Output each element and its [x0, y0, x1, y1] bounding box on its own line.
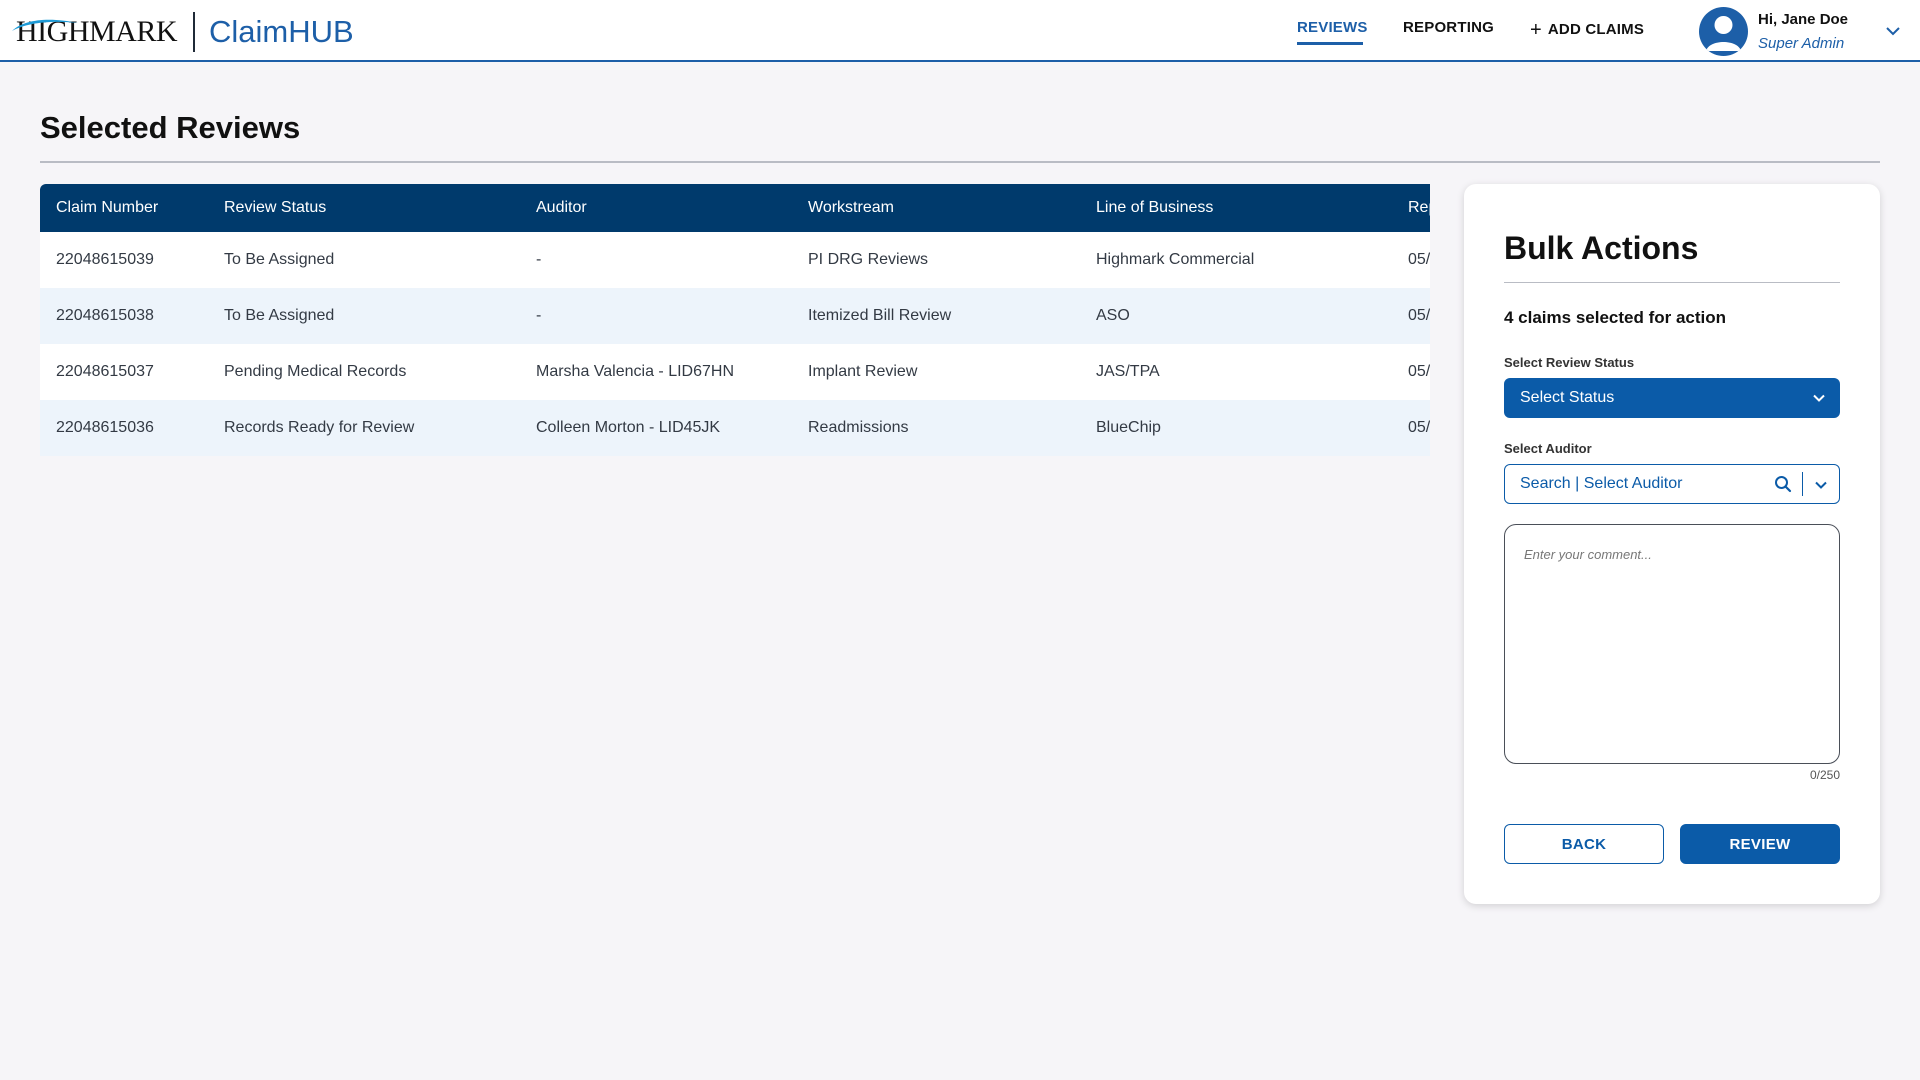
comment-char-count: 0/250	[1809, 768, 1840, 782]
panel-divider	[1504, 282, 1840, 283]
cell-rep: 05/	[1408, 251, 1430, 268]
app-header: HIGHMARK ClaimHUB REVIEWS REPORTING + ADD…	[0, 0, 1920, 62]
cell-auditor: Colleen Morton - LID45JK	[536, 419, 721, 436]
col-line-of-business[interactable]: Line of Business	[1080, 184, 1392, 232]
table-row[interactable]: 22048615036 Records Ready for Review Col…	[40, 400, 1430, 456]
cell-review-status: Pending Medical Records	[224, 363, 407, 380]
bulk-actions-title: Bulk Actions	[1504, 230, 1699, 266]
col-auditor[interactable]: Auditor	[520, 184, 792, 232]
brand-logo[interactable]: HIGHMARK ClaimHUB	[12, 12, 354, 52]
nav-reporting[interactable]: REPORTING	[1403, 19, 1494, 36]
cell-line-of-business: ASO	[1096, 307, 1130, 324]
chevron-down-icon[interactable]	[1814, 478, 1828, 492]
cell-claim-number: 22048615036	[56, 419, 154, 436]
cell-workstream: PI DRG Reviews	[808, 251, 929, 268]
cell-auditor: -	[536, 307, 542, 324]
swoosh-icon	[12, 19, 78, 31]
back-button[interactable]: BACK	[1504, 824, 1664, 864]
chevron-down-icon	[1813, 394, 1825, 402]
table-row[interactable]: 22048615037 Pending Medical Records Mars…	[40, 344, 1430, 400]
reviews-table: Claim Number Review Status Auditor Works…	[40, 184, 1430, 456]
cell-rep: 05/	[1408, 307, 1430, 324]
cell-review-status: To Be Assigned	[224, 251, 335, 268]
cell-review-status: Records Ready for Review	[224, 419, 415, 436]
company-logo: HIGHMARK	[12, 15, 178, 49]
user-avatar-icon[interactable]	[1699, 7, 1748, 56]
review-status-select[interactable]: Select Status	[1504, 378, 1840, 418]
user-role: Super Admin	[1758, 35, 1845, 52]
user-silhouette-icon	[1706, 16, 1741, 51]
cell-claim-number: 22048615038	[56, 307, 154, 324]
cell-workstream: Itemized Bill Review	[808, 307, 952, 324]
bulk-actions-panel: Bulk Actions 4 claims selected for actio…	[1464, 184, 1880, 904]
cell-line-of-business: BlueChip	[1096, 419, 1161, 436]
cell-auditor: Marsha Valencia - LID67HN	[536, 363, 735, 380]
auditor-label: Select Auditor	[1504, 441, 1592, 456]
auditor-search-input[interactable]	[1505, 465, 1765, 503]
nav-add-claims-label: ADD CLAIMS	[1547, 21, 1645, 38]
selected-count: 4 claims selected for action	[1504, 308, 1727, 327]
nav-active-indicator	[1297, 42, 1363, 45]
review-button[interactable]: REVIEW	[1680, 824, 1840, 864]
cell-workstream: Implant Review	[808, 363, 918, 380]
table-header-row: Claim Number Review Status Auditor Works…	[40, 184, 1430, 232]
col-claim-number[interactable]: Claim Number	[40, 184, 208, 232]
cell-rep: 05/	[1408, 363, 1430, 380]
cell-rep: 05/	[1408, 419, 1430, 436]
cell-line-of-business: Highmark Commercial	[1096, 251, 1255, 268]
reviews-table-container[interactable]: Claim Number Review Status Auditor Works…	[40, 184, 1430, 456]
auditor-field-separator	[1802, 472, 1803, 496]
logo-divider	[193, 12, 195, 52]
table-row[interactable]: 22048615038 To Be Assigned - Itemized Bi…	[40, 288, 1430, 344]
cell-workstream: Readmissions	[808, 419, 909, 436]
cell-review-status: To Be Assigned	[224, 307, 335, 324]
col-workstream[interactable]: Workstream	[792, 184, 1080, 232]
page-title: Selected Reviews	[40, 110, 301, 145]
col-rep[interactable]: Rep	[1392, 184, 1430, 232]
user-greeting: Hi, Jane Doe	[1758, 11, 1849, 28]
chevron-down-icon[interactable]	[1884, 22, 1902, 40]
table-row[interactable]: 22048615039 To Be Assigned - PI DRG Revi…	[40, 232, 1430, 288]
cell-auditor: -	[536, 251, 542, 268]
comment-textarea[interactable]	[1504, 524, 1840, 764]
cell-claim-number: 22048615039	[56, 251, 154, 268]
col-review-status[interactable]: Review Status	[208, 184, 520, 232]
title-divider	[40, 161, 1880, 163]
nav-add-claims[interactable]: + ADD CLAIMS	[1530, 19, 1644, 42]
nav-reviews[interactable]: REVIEWS	[1297, 19, 1368, 36]
auditor-combobox	[1504, 464, 1840, 504]
review-status-value: Select Status	[1520, 389, 1615, 406]
plus-icon: +	[1530, 19, 1542, 41]
cell-claim-number: 22048615037	[56, 363, 154, 380]
product-name: ClaimHUB	[209, 14, 354, 49]
review-status-label: Select Review Status	[1504, 355, 1635, 370]
search-icon[interactable]	[1774, 475, 1792, 493]
cell-line-of-business: JAS/TPA	[1096, 363, 1160, 380]
